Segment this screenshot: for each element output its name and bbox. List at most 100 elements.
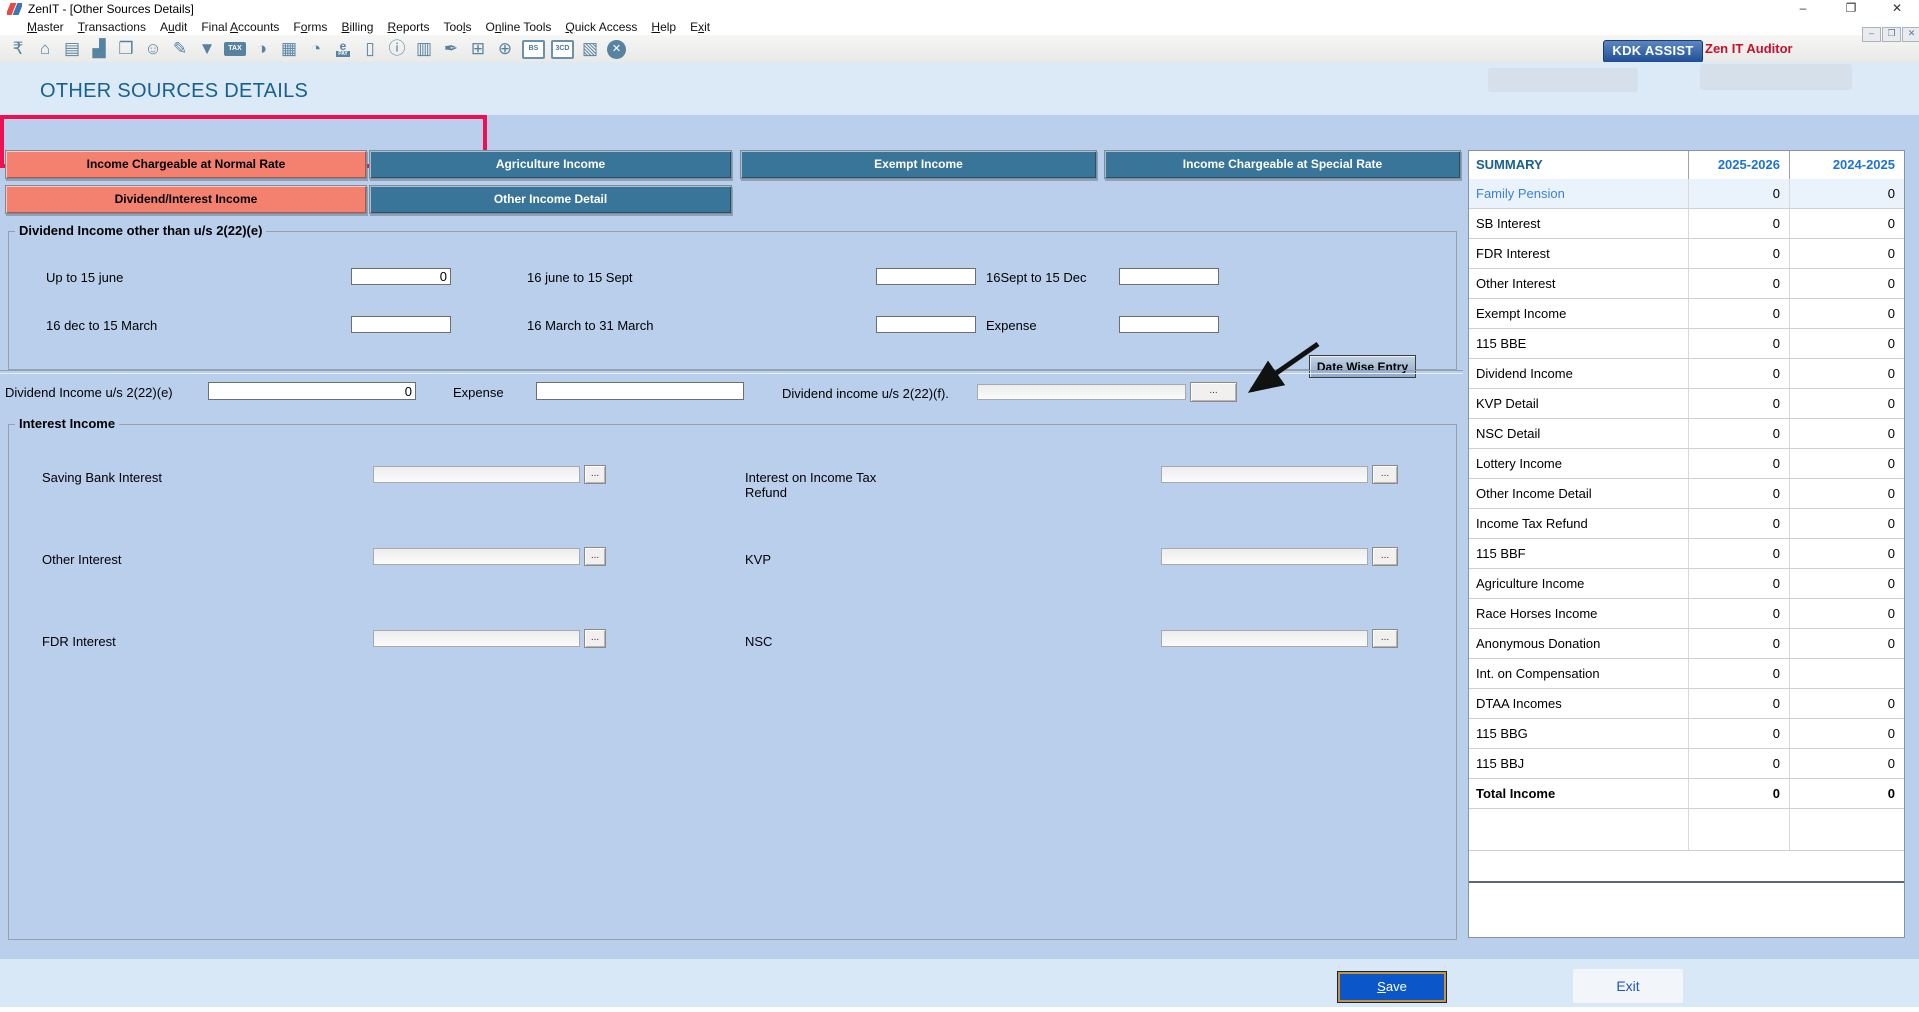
page-title: OTHER SOURCES DETAILS <box>40 80 308 103</box>
rotate-icon[interactable]: ◑ <box>249 37 275 61</box>
label-dividend-2-22-f: Dividend income u/s 2(22)(f). <box>782 386 949 401</box>
summary-row-other-income-detail[interactable]: Other Income Detail00 <box>1469 479 1904 509</box>
pin-tag-icon[interactable]: ✎ <box>167 37 193 61</box>
calendar-icon[interactable]: ⊞ <box>465 37 491 61</box>
input-interest-on-it-refund[interactable] <box>1161 466 1368 483</box>
tab-exempt-income[interactable]: Exempt Income <box>740 150 1097 179</box>
menu-item-exit[interactable]: Exit <box>683 19 717 35</box>
epay-icon[interactable]: ePAY <box>330 37 356 61</box>
label-dividend-2-22-e: Dividend Income u/s 2(22)(e) <box>5 385 173 400</box>
input-saving-bank-interest[interactable] <box>373 466 580 483</box>
input-other-interest[interactable] <box>373 548 580 565</box>
input-expense-mid[interactable] <box>536 382 744 400</box>
office-building-icon[interactable]: ▤ <box>59 37 85 61</box>
close-button[interactable]: ✕ <box>1882 0 1912 18</box>
group-people-icon[interactable]: ☺☺ <box>140 37 166 61</box>
mdi-restore-button[interactable]: ❐ <box>1882 27 1901 42</box>
menu-item-final-accounts[interactable]: Final Accounts <box>194 19 286 35</box>
summary-row-sb-interest[interactable]: SB Interest00 <box>1469 209 1904 239</box>
menu-item-master[interactable]: Master <box>20 19 71 35</box>
summary-row-agriculture-income[interactable]: Agriculture Income00 <box>1469 569 1904 599</box>
tab-income-chargeable-at-normal-rate[interactable]: Income Chargeable at Normal Rate <box>5 150 367 179</box>
document-sign-icon[interactable]: ✒ <box>438 37 464 61</box>
menu-item-help[interactable]: Help <box>644 19 683 35</box>
summary-row-115-bbe[interactable]: 115 BBE00 <box>1469 329 1904 359</box>
field-label-16june-15sept: 16 june to 15 Sept <box>527 270 633 285</box>
summary-row-dividend-income[interactable]: Dividend Income00 <box>1469 359 1904 389</box>
menu-item-forms[interactable]: Forms <box>286 19 334 35</box>
summary-col-2024-2025[interactable]: 2024-2025 <box>1789 157 1895 172</box>
menu-item-audit[interactable]: Audit <box>153 19 194 35</box>
menu-item-reports[interactable]: Reports <box>380 19 436 35</box>
summary-row-115-bbg[interactable]: 115 BBG00 <box>1469 719 1904 749</box>
summary-row-115-bbf[interactable]: 115 BBF00 <box>1469 539 1904 569</box>
summary-row-race-horses-income[interactable]: Race Horses Income00 <box>1469 599 1904 629</box>
minimize-button[interactable]: – <box>1788 0 1818 18</box>
mdi-minimize-button[interactable]: – <box>1862 27 1881 42</box>
browse-fdr-interest-button[interactable]: ... <box>584 629 606 648</box>
summary-row-anonymous-donation[interactable]: Anonymous Donation00 <box>1469 629 1904 659</box>
info-icon[interactable]: ⓘ <box>384 37 410 61</box>
menu-item-tools[interactable]: Tools <box>437 19 479 35</box>
gift-icon[interactable]: ❒ <box>113 37 139 61</box>
browse-kvp-button[interactable]: ... <box>1372 547 1398 566</box>
summary-row-exempt-income[interactable]: Exempt Income00 <box>1469 299 1904 329</box>
rupee-ledger-icon[interactable]: ₹ <box>5 37 31 61</box>
summary-row-family-pension[interactable]: Family Pension00 <box>1469 179 1904 209</box>
input-up-to-15-june[interactable] <box>351 268 451 285</box>
tab-income-chargeable-at-special-rate[interactable]: Income Chargeable at Special Rate <box>1104 150 1461 179</box>
summary-col-2025-2026[interactable]: 2025-2026 <box>1688 157 1780 172</box>
label-fdr-interest: FDR Interest <box>42 634 116 649</box>
exit-button[interactable]: Exit <box>1573 969 1683 1003</box>
menu-item-online-tools[interactable]: Online Tools <box>479 19 559 35</box>
mdi-close-button[interactable]: ✕ <box>1902 27 1919 42</box>
home-icon[interactable]: ⌂ <box>32 37 58 61</box>
summary-row-lottery-income[interactable]: Lottery Income00 <box>1469 449 1904 479</box>
report-chart-icon[interactable]: ▥ <box>411 37 437 61</box>
menu-item-quick-access[interactable]: Quick Access <box>558 19 644 35</box>
input-nsc[interactable] <box>1161 630 1368 647</box>
input-16dec-15march[interactable] <box>351 316 451 333</box>
input-dividend-2-22-f[interactable] <box>977 384 1186 400</box>
bs-doc-icon[interactable]: BS <box>522 40 545 59</box>
browse-it-refund-button[interactable]: ... <box>1372 465 1398 484</box>
menu-item-billing[interactable]: Billing <box>334 19 380 35</box>
filter-icon[interactable]: ▼ <box>194 37 220 61</box>
tab-agriculture-income[interactable]: Agriculture Income <box>369 150 732 179</box>
tab-dividend-interest-income[interactable]: Dividend/Interest Income <box>5 185 367 214</box>
close-icon[interactable]: ✕ <box>607 40 626 59</box>
input-expense-top[interactable] <box>1119 316 1219 333</box>
browse-saving-bank-button[interactable]: ... <box>584 465 606 484</box>
summary-row-int-on-compensation[interactable]: Int. on Compensation0 <box>1469 659 1904 689</box>
input-16sept-15dec[interactable] <box>1119 268 1219 285</box>
restore-button[interactable]: ❐ <box>1836 0 1866 18</box>
summary-row-other-interest[interactable]: Other Interest00 <box>1469 269 1904 299</box>
input-kvp[interactable] <box>1161 548 1368 565</box>
kdk-assist-button[interactable]: KDK ASSIST <box>1603 40 1703 63</box>
summary-row-nsc-detail[interactable]: NSC Detail00 <box>1469 419 1904 449</box>
3cd-doc-icon[interactable]: 3CD <box>551 40 574 59</box>
summary-row-total-income[interactable]: Total Income00 <box>1469 779 1904 809</box>
tax-icon[interactable]: TAX <box>224 42 246 56</box>
input-dividend-2-22-e[interactable] <box>208 382 416 400</box>
browse-nsc-button[interactable]: ... <box>1372 629 1398 648</box>
challan-form-icon[interactable]: ▧ <box>577 37 603 61</box>
save-button[interactable]: Save <box>1337 971 1447 1003</box>
summary-row-fdr-interest[interactable]: FDR Interest00 <box>1469 239 1904 269</box>
pie-chart-icon[interactable]: ◔ <box>303 37 329 61</box>
input-fdr-interest[interactable] <box>373 630 580 647</box>
summary-row-115-bbj[interactable]: 115 BBJ00 <box>1469 749 1904 779</box>
browse-other-interest-button[interactable]: ... <box>584 547 606 566</box>
summary-bottom-separator <box>1469 881 1904 883</box>
menu-item-transactions[interactable]: Transactions <box>71 19 153 35</box>
mobile-icon[interactable]: ▯ <box>357 37 383 61</box>
input-16march-31march[interactable] <box>876 316 976 333</box>
bar-chart-icon[interactable]: ▟ <box>86 37 112 61</box>
summary-row-kvp-detail[interactable]: KVP Detail00 <box>1469 389 1904 419</box>
input-16june-15sept[interactable] <box>876 268 976 285</box>
calculator-icon[interactable]: ▦ <box>276 37 302 61</box>
tab-other-income-detail[interactable]: Other Income Detail <box>369 185 732 214</box>
summary-row-dtaa-incomes[interactable]: DTAA Incomes00 <box>1469 689 1904 719</box>
summary-row-income-tax-refund[interactable]: Income Tax Refund00 <box>1469 509 1904 539</box>
folder-add-icon[interactable]: ⊕ <box>492 37 518 61</box>
